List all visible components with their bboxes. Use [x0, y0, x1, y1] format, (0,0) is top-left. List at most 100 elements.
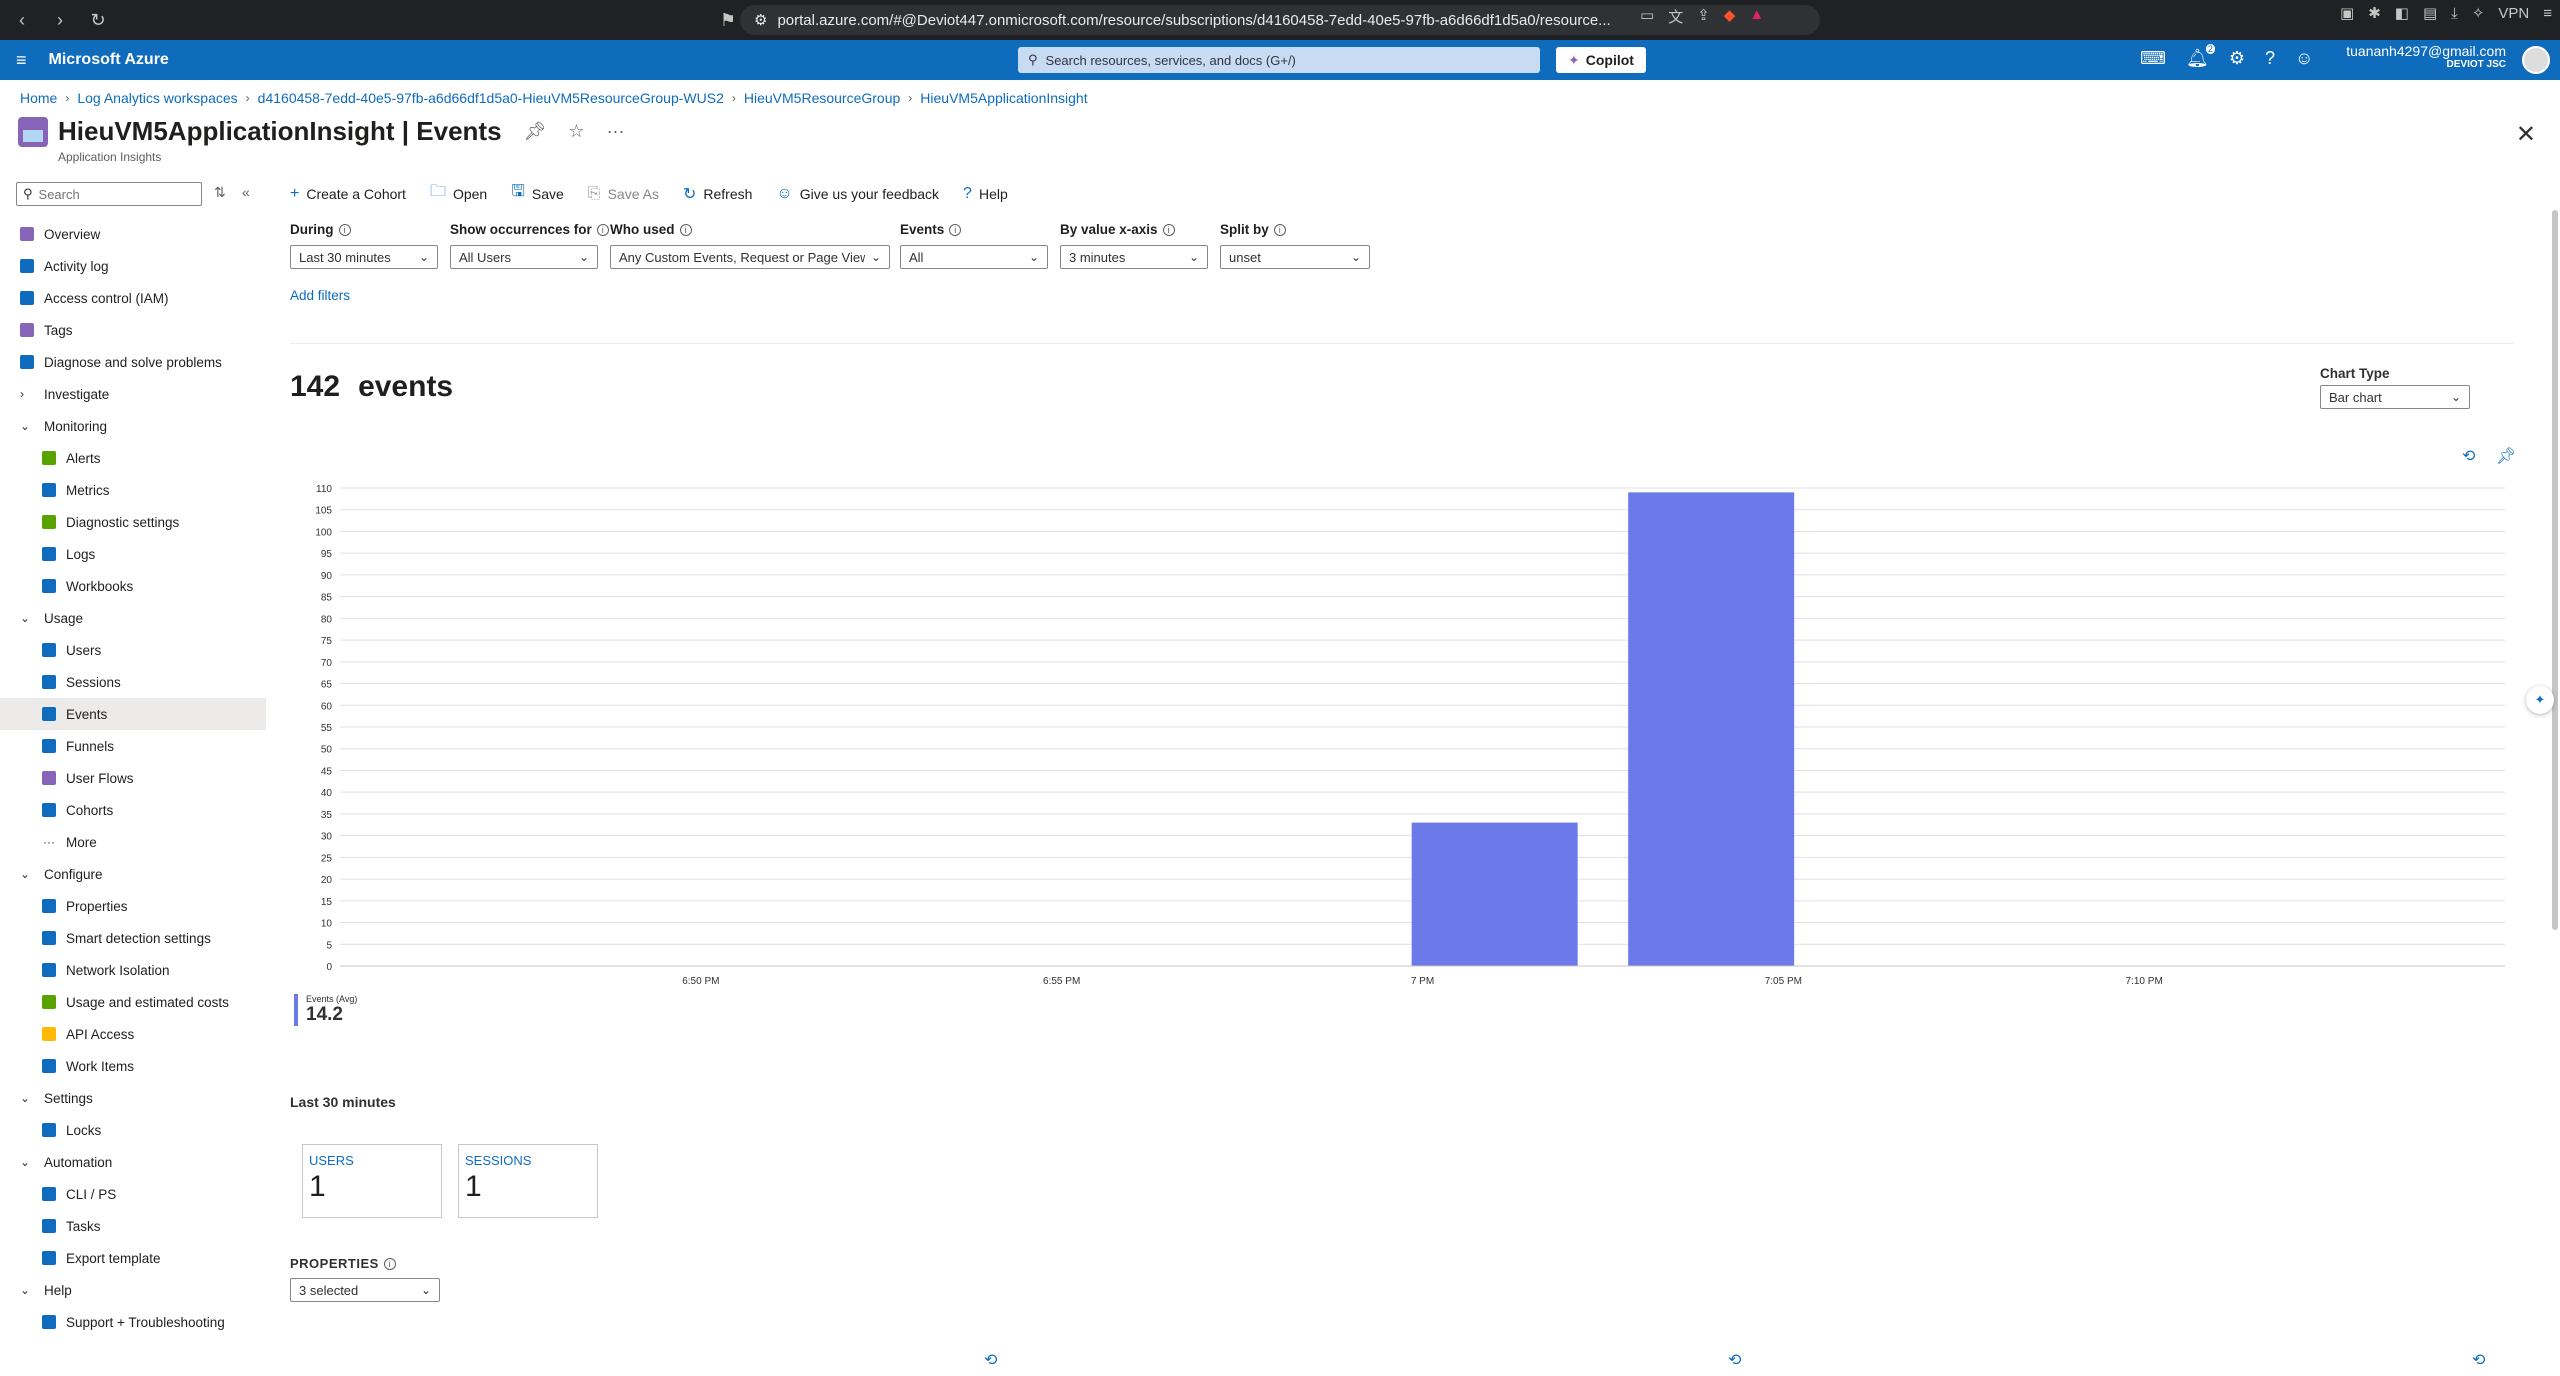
floating-assistant-icon[interactable]: ✦ [2526, 686, 2554, 714]
open-in-logs-icon[interactable]: ⟲ [1728, 1350, 1741, 1370]
sidebar-item-properties[interactable]: Properties [0, 890, 266, 922]
scrollbar-thumb[interactable] [2552, 210, 2558, 930]
sidebar-search-input[interactable] [38, 186, 189, 202]
sidebar-group-configure[interactable]: ⌄ Configure [0, 858, 266, 890]
save-button[interactable]: 🖫︎ Save [511, 180, 564, 207]
notifications-icon[interactable]: 🔔︎ 2 [2186, 44, 2215, 69]
open-in-logs-icon[interactable]: ⟲ [2472, 1350, 2485, 1370]
cloud-shell-icon[interactable]: ⌨ [2140, 48, 2166, 69]
settings-gear-icon[interactable]: ⚙ [2229, 48, 2245, 69]
sidebar-item-export-template[interactable]: Export template [0, 1242, 266, 1274]
more-options-icon[interactable]: ··· [607, 121, 625, 142]
sidebar-item-workbooks[interactable]: Workbooks [0, 570, 266, 602]
forward-icon[interactable]: › [44, 4, 76, 36]
copilot-button[interactable]: ✦ Copilot [1556, 47, 1646, 73]
breadcrumb-home[interactable]: Home [20, 90, 57, 106]
sidebar-item-tasks[interactable]: Tasks [0, 1210, 266, 1242]
close-icon[interactable]: ✕ [2516, 120, 2536, 149]
split-by-dropdown[interactable]: unset ⌄ [1220, 245, 1370, 269]
sidebar-item-alerts[interactable]: Alerts [0, 442, 266, 474]
account-info[interactable]: tuananh4297@gmail.com DEVIOT JSC [2346, 43, 2506, 70]
portal-menu-icon[interactable]: ≡ [16, 50, 27, 71]
info-icon[interactable]: i [949, 223, 962, 236]
sidebar-item-overview[interactable]: Overview [0, 218, 266, 250]
breadcrumb-app-insights[interactable]: HieuVM5ApplicationInsight [920, 90, 1087, 106]
info-icon[interactable]: i [1273, 223, 1286, 236]
feedback-icon[interactable]: ☺ [2295, 48, 2313, 69]
chart-type-dropdown[interactable]: Bar chart ⌄ [2320, 385, 2470, 409]
open-button[interactable]: 🗀︎ Open [430, 180, 487, 207]
sidebar-item-cohorts[interactable]: Cohorts [0, 794, 266, 826]
brave-rewards-icon[interactable]: ▲ [1749, 6, 1764, 27]
refresh-button[interactable]: ↻ Refresh [683, 180, 752, 207]
info-icon[interactable]: i [679, 223, 692, 236]
during-dropdown[interactable]: Last 30 minutes ⌄ [290, 245, 438, 269]
x-axis-dropdown[interactable]: 3 minutes ⌄ [1060, 245, 1208, 269]
sidebar-group-monitoring[interactable]: ⌄ Monitoring [0, 410, 266, 442]
download-icon[interactable]: ⤓ [2451, 5, 2458, 22]
sidebar-item-support-troubleshooting[interactable]: Support + Troubleshooting [0, 1306, 266, 1338]
sessions-tile[interactable]: SESSIONS 1 [458, 1144, 598, 1218]
create-cohort-button[interactable]: + Create a Cohort [290, 180, 406, 207]
sidebar-item-tags[interactable]: Tags [0, 314, 266, 346]
sidebar-group-investigate[interactable]: › Investigate [0, 378, 266, 410]
users-tile[interactable]: USERS 1 [302, 1144, 442, 1218]
portal-brand[interactable]: Microsoft Azure [49, 51, 169, 69]
who-used-dropdown[interactable]: Any Custom Events, Request or Page View ⌄ [610, 245, 890, 269]
properties-dropdown[interactable]: 3 selected ⌄ [290, 1278, 440, 1302]
info-icon[interactable]: i [338, 223, 351, 236]
breadcrumb-log-analytics[interactable]: Log Analytics workspaces [77, 90, 237, 106]
translate-icon[interactable]: 文 [1668, 6, 1683, 27]
info-icon[interactable]: i [1162, 223, 1175, 236]
sidebar-item-sessions[interactable]: Sessions [0, 666, 266, 698]
save-as-button[interactable]: ⎘ Save As [588, 180, 659, 207]
avatar[interactable] [2522, 46, 2550, 74]
back-icon[interactable]: ‹ [6, 4, 38, 36]
info-icon[interactable]: i [383, 1257, 396, 1270]
main-scrollbar[interactable] [2548, 210, 2560, 930]
sidebar-item-network-isolation[interactable]: Network Isolation [0, 954, 266, 986]
collapse-menu-icon[interactable]: « [242, 184, 250, 200]
sidebar-item-diagnostic-settings[interactable]: Diagnostic settings [0, 506, 266, 538]
events-dropdown[interactable]: All ⌄ [900, 245, 1048, 269]
favorite-star-icon[interactable]: ☆ [568, 121, 584, 142]
leo-icon[interactable]: ✧ [2472, 4, 2485, 22]
breadcrumb-workspace[interactable]: d4160458-7edd-40e5-97fb-a6d66df1d5a0-Hie… [258, 90, 724, 106]
sidebar-item-events[interactable]: Events [0, 698, 266, 730]
chart-bar[interactable] [1628, 492, 1795, 966]
sidebar-item-api-access[interactable]: API Access [0, 1018, 266, 1050]
sidebar-item-usage-and-estimated-costs[interactable]: Usage and estimated costs [0, 986, 266, 1018]
sidebar-item-cli-ps[interactable]: CLI / PS [0, 1178, 266, 1210]
open-in-logs-icon[interactable]: ⟲ [984, 1350, 997, 1370]
sidebar-group-settings[interactable]: ⌄ Settings [0, 1082, 266, 1114]
sidebar-item-diagnose-and-solve-problems[interactable]: Diagnose and solve problems [0, 346, 266, 378]
info-icon[interactable]: i [596, 223, 609, 236]
reload-icon[interactable]: ↻ [82, 4, 114, 36]
occurrences-dropdown[interactable]: All Users ⌄ [450, 245, 598, 269]
help-icon[interactable]: ? [2265, 48, 2275, 69]
sidebar-item-metrics[interactable]: Metrics [0, 474, 266, 506]
sidebar-item-locks[interactable]: Locks [0, 1114, 266, 1146]
feedback-button[interactable]: ☺ Give us your feedback [776, 180, 939, 207]
chart-bar[interactable] [1411, 822, 1578, 966]
brave-shield-icon[interactable]: ◆ [1724, 6, 1736, 27]
menu-icon[interactable]: ≡ [2543, 5, 2552, 22]
sidebar-item-work-items[interactable]: Work Items [0, 1050, 266, 1082]
help-button[interactable]: ? Help [963, 180, 1008, 207]
tabs-icon[interactable]: ▤ [2423, 4, 2437, 22]
sidebar-group-help[interactable]: ⌄ Help [0, 1274, 266, 1306]
sidebar-item-funnels[interactable]: Funnels [0, 730, 266, 762]
extensions-icon[interactable]: ✱ [2368, 4, 2381, 22]
sidebar-item-activity-log[interactable]: Activity log [0, 250, 266, 282]
global-search-input[interactable]: ⚲ Search resources, services, and docs (… [1018, 47, 1540, 73]
open-in-logs-icon[interactable]: ⟲ [2462, 446, 2475, 466]
breadcrumb-resource-group[interactable]: HieuVM5ResourceGroup [744, 90, 900, 106]
vpn-button[interactable]: VPN [2498, 5, 2529, 22]
wallet-icon[interactable]: ▣ [2340, 4, 2354, 22]
site-settings-icon[interactable]: ⚙ [754, 11, 767, 29]
sidebar-item-users[interactable]: Users [0, 634, 266, 666]
sidebar-item-smart-detection-settings[interactable]: Smart detection settings [0, 922, 266, 954]
share-icon[interactable]: ⇪ [1697, 6, 1710, 27]
add-filters-link[interactable]: Add filters [290, 288, 350, 303]
sidebar-item-logs[interactable]: Logs [0, 538, 266, 570]
